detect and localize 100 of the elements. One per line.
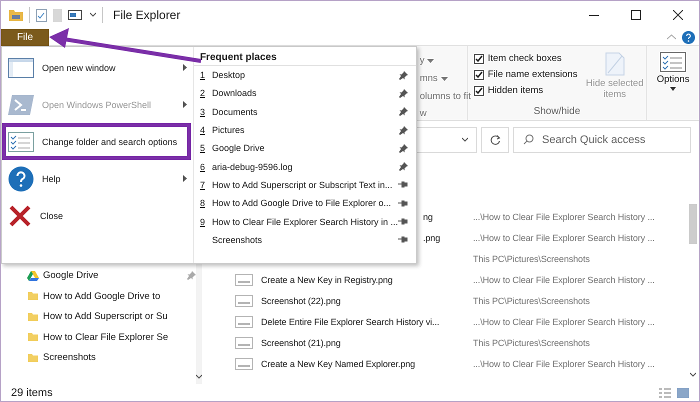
file-location: ...\How to Clear File Explorer Search History ... xyxy=(473,212,655,222)
menu-item[interactable]: Change folder and search options xyxy=(2,123,193,160)
nav-item[interactable]: How to Clear File Explorer Se xyxy=(1,326,196,348)
details-view-icon[interactable] xyxy=(659,388,671,398)
scrollbar-thumb[interactable] xyxy=(688,204,696,244)
file-row[interactable]: Delete Entire File Explorer Search History vi... ...\How to Clear File Explorer Search History ... xyxy=(201,311,686,332)
pin-icon[interactable] xyxy=(399,70,408,80)
menu-item[interactable]: 3 Documents xyxy=(194,102,416,121)
submenu-arrow-icon xyxy=(182,175,187,182)
scroll-down-icon xyxy=(690,372,696,378)
menu-item[interactable]: 1 Desktop xyxy=(194,66,416,84)
window-icon xyxy=(8,58,34,78)
group-label: Show/hide xyxy=(532,106,582,119)
item-count: 29 items xyxy=(11,386,53,399)
checklist-icon xyxy=(8,132,34,152)
group-label: w xyxy=(420,108,428,119)
search-field[interactable]: Search Quick access xyxy=(513,127,691,154)
file-location: ...\How to Clear File Explorer Search History ... xyxy=(473,274,655,285)
file-location: ...\How to Clear File Explorer Search History ... xyxy=(473,316,655,327)
unpin-icon[interactable] xyxy=(398,181,408,188)
pin-icon[interactable] xyxy=(399,144,408,153)
file-row[interactable]: Screenshot (21).png This PC\Pictures\Screenshots xyxy=(201,332,686,354)
image-file-icon xyxy=(235,294,253,307)
nav-item[interactable]: How to Add Superscript or Su xyxy=(1,306,196,327)
minimize-icon xyxy=(589,14,599,16)
unpin-icon[interactable] xyxy=(398,236,408,244)
menu-item[interactable]: Close xyxy=(2,197,193,234)
terminal-icon xyxy=(8,94,34,114)
pin-icon[interactable] xyxy=(399,88,408,98)
file-location: ...\How to Clear File Explorer Search History ... xyxy=(473,232,655,243)
maximize-icon xyxy=(631,10,641,20)
file-row[interactable]: Create a New Key Named Explorer.png ...\How to Clear File Explorer Search History ... xyxy=(201,353,686,374)
pin-icon[interactable] xyxy=(399,162,408,172)
folder-icon xyxy=(27,290,39,302)
menu-item[interactable]: Help xyxy=(2,160,193,197)
search-icon xyxy=(523,134,534,146)
file-name[interactable]: .png xyxy=(423,232,440,243)
menu-item[interactable]: 5 Google Drive xyxy=(194,139,416,158)
properties-icon[interactable] xyxy=(36,8,47,22)
scroll-down-icon xyxy=(196,374,202,380)
refresh-icon xyxy=(490,134,500,146)
ribbon-command[interactable]: mns xyxy=(420,73,438,84)
options-button[interactable]: Options xyxy=(647,46,699,120)
file-tab[interactable]: File xyxy=(1,28,49,46)
file-name[interactable]: Create a New Key in Registry.png xyxy=(261,274,393,285)
file-name[interactable]: Create a New Key Named Explorer.png xyxy=(261,358,416,369)
file-location: This PC\Pictures\Screenshots xyxy=(473,338,590,348)
image-file-icon xyxy=(235,336,253,349)
pin-icon[interactable] xyxy=(399,126,408,135)
folder-icon xyxy=(27,352,39,364)
image-file-icon xyxy=(235,316,253,328)
folder-icon[interactable] xyxy=(9,9,23,21)
chevron-down-icon xyxy=(462,137,468,144)
file-name[interactable]: Screenshot (22).png xyxy=(261,296,341,306)
folder-icon xyxy=(27,331,39,344)
file-row[interactable]: Create a New Key in Registry.png ...\How to Clear File Explorer Search History ... xyxy=(201,269,686,290)
folder-icon xyxy=(27,310,39,323)
file-name[interactable]: Screenshot (21).png xyxy=(261,338,341,348)
image-file-icon xyxy=(235,358,253,370)
help-icon[interactable] xyxy=(682,30,695,44)
pin-icon[interactable] xyxy=(399,107,408,116)
caret-icon xyxy=(670,87,676,91)
file-name[interactable]: Delete Entire File Explorer Search History vi... xyxy=(261,316,440,327)
file-row[interactable]: Screenshot (22).png This PC\Pictures\Screenshots xyxy=(201,290,686,312)
window-title: File Explorer xyxy=(113,8,180,22)
customize-caret-icon xyxy=(90,12,96,18)
help-icon xyxy=(8,166,34,192)
menu-item[interactable]: 4 Pictures xyxy=(194,120,416,140)
close-icon xyxy=(673,10,683,20)
menu-item[interactable]: 7 How to Add Superscript or Subscript Text in... xyxy=(194,176,416,194)
menu-item[interactable]: 2 Downloads xyxy=(194,84,416,103)
nav-item[interactable]: Google Drive xyxy=(1,265,196,286)
drive-icon xyxy=(27,270,39,282)
refresh-button[interactable] xyxy=(481,127,509,154)
menu-heading: Frequent places xyxy=(194,47,416,66)
page-icon xyxy=(604,52,625,76)
rename-icon[interactable] xyxy=(68,10,84,20)
menu-item[interactable]: 6 aria-debug-9596.log xyxy=(194,157,416,176)
file-location: ...\How to Clear File Explorer Search History ... xyxy=(473,358,655,369)
file-location: This PC\Pictures\Screenshots xyxy=(473,296,590,306)
unpin-icon[interactable] xyxy=(398,200,408,207)
image-file-icon xyxy=(235,274,253,286)
file-name[interactable]: ng xyxy=(423,212,433,222)
menu-item[interactable]: 9 How to Clear File Explorer Search History in ... xyxy=(194,212,416,231)
nav-item[interactable]: How to Add Google Drive to xyxy=(1,286,196,306)
checkbox-option[interactable]: File name extensions xyxy=(474,69,578,80)
submenu-arrow-icon xyxy=(182,64,187,71)
ribbon-command[interactable]: y xyxy=(420,55,424,66)
unpin-icon[interactable] xyxy=(398,218,408,226)
nav-item[interactable]: Screenshots xyxy=(1,347,196,368)
file-location: This PC\Pictures\Screenshots xyxy=(473,254,590,264)
submenu-arrow-icon xyxy=(182,101,187,108)
ribbon-command[interactable]: olumns to fit xyxy=(420,91,471,102)
checkbox-option[interactable]: Hidden items xyxy=(474,85,544,96)
menu-item[interactable]: Screenshots xyxy=(194,230,416,249)
close-icon xyxy=(8,204,32,228)
menu-item[interactable]: 8 How to Add Google Drive to File Explorer o... xyxy=(194,194,416,212)
checklist-icon xyxy=(660,52,686,72)
menu-item[interactable]: Open new window xyxy=(2,49,193,86)
checkbox-option[interactable]: Item check boxes xyxy=(474,53,562,64)
